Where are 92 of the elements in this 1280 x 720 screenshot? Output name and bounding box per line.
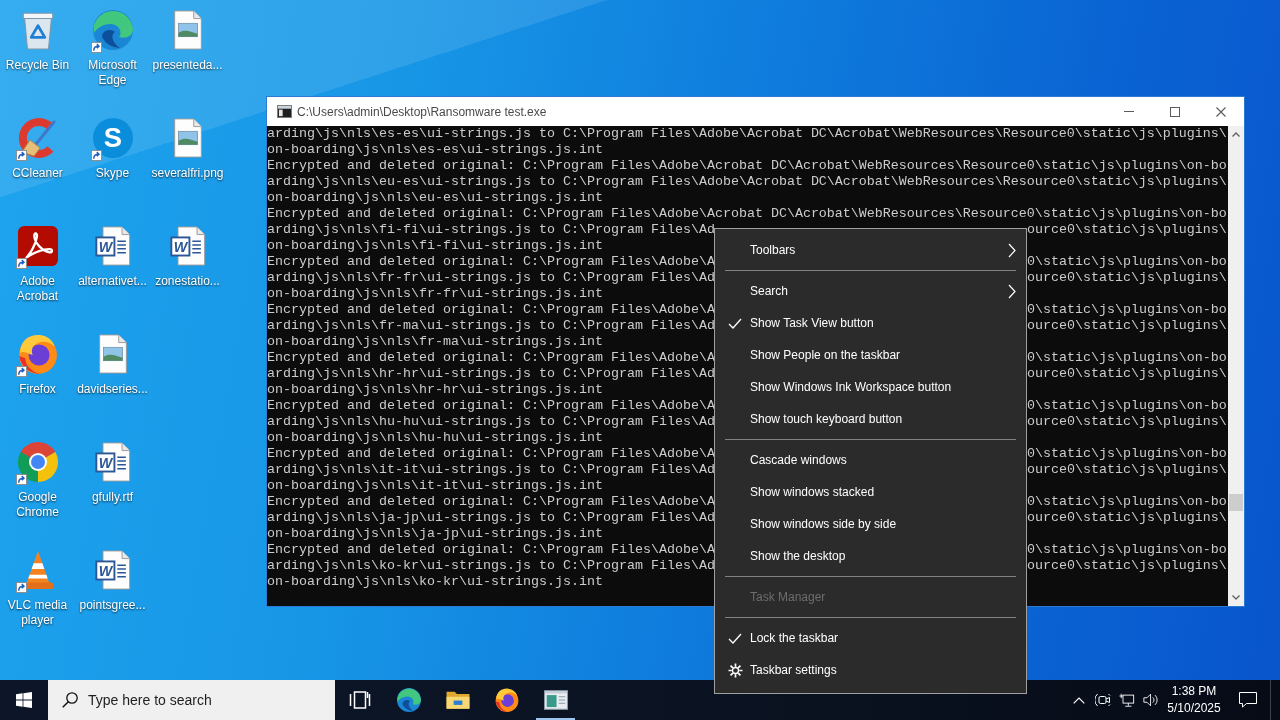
chevron-right-icon (1008, 242, 1016, 258)
console-text: Encrypted and deleted original: C:\Program Files\Adobe\A (267, 398, 715, 414)
console-text: 0\static\js\plugins\on-bo (1026, 494, 1227, 510)
console-text: 0\static\js\plugins\on-bo (1026, 302, 1227, 318)
menu-item[interactable]: Show touch keyboard button (715, 403, 1026, 435)
scrollbar[interactable] (1228, 126, 1244, 606)
swirl-logo-icon (396, 688, 421, 712)
start-logo-icon (16, 692, 32, 708)
console-text: Encrypted and deleted original: C:\Program Files\Adobe\A (267, 302, 715, 318)
fox-logo-icon (494, 688, 519, 712)
speaker-icon[interactable] (1143, 692, 1159, 708)
desktop-item[interactable]: W zonestatio... (150, 218, 225, 289)
console-text: arding\js\nls\eu-es\ui-strings.js to C:\Program Files\Adobe\Acrobat DC\Acrobat\WebResources\Resource0\static\js\plugins\ (267, 174, 1227, 190)
console-text: Encrypted and deleted original: C:\Program Files\Adobe\A (267, 542, 715, 558)
menu-item[interactable]: Show windows side by side (715, 508, 1026, 540)
desktop-item[interactable]: W gfully.rtf (75, 434, 150, 505)
menu-item[interactable]: Show Windows Ink Workspace button (715, 371, 1026, 403)
scrollbar-thumb[interactable] (1229, 494, 1243, 511)
desktop-item[interactable]: W pointsgree... (75, 542, 150, 613)
console-text: ource0\static\js\plugins\ (1026, 222, 1227, 238)
console-text: Encrypted and deleted original: C:\Program Files\Adobe\A (267, 446, 715, 462)
console-text: on-boarding\js\nls\fi-fi\ui-strings.js.int (267, 238, 603, 254)
clock[interactable]: 1:38 PM 5/10/2025 (1163, 680, 1225, 720)
console-text: arding\js\nls\fr-fr\ui-strings.js to C:\Program Files\Ad (267, 270, 715, 286)
menu-item[interactable]: Show People on the taskbar (715, 339, 1026, 371)
console-text: 0\static\js\plugins\on-bo (1026, 446, 1227, 462)
console-text: on-boarding\js\nls\it-it\ui-strings.js.int (267, 478, 603, 494)
search-field[interactable]: Type here to search (48, 680, 335, 720)
desktop-item[interactable]: W alternativet... (75, 218, 150, 289)
console-text: 0\static\js\plugins\on-bo (1026, 542, 1227, 558)
window-title: C:\Users\admin\Desktop\Ransomware test.exe (297, 104, 548, 119)
console-text: on-boarding\js\nls\ko-kr\ui-strings.js.int (267, 574, 603, 590)
broom-logo-icon (17, 118, 58, 158)
chevron-up-icon[interactable] (1073, 696, 1085, 704)
search-icon (62, 692, 78, 708)
console-text: Encrypted and deleted original: C:\Program Files\Adobe\Acrobat DC\Acrobat\WebResources\Resource0\static\js\plugins\on-bo (267, 158, 1227, 174)
console-text: on-boarding\js\nls\es-es\ui-strings.js.int (267, 142, 603, 158)
console-text: ource0\static\js\plugins\ (1026, 366, 1227, 382)
notification-icon[interactable] (1238, 692, 1257, 708)
menu-item[interactable]: Taskbar settings (715, 654, 1026, 686)
menu-item[interactable]: Show Task View button (715, 307, 1026, 339)
console-text: Encrypted and deleted original: C:\Program Files\Adobe\A (267, 254, 715, 270)
console-text: on-boarding\js\nls\ja-jp\ui-strings.js.int (267, 526, 603, 542)
network-icon[interactable] (1119, 692, 1135, 708)
menu-item[interactable]: Lock the taskbar (715, 622, 1026, 654)
menu-item[interactable]: Show the desktop (715, 540, 1026, 572)
console-text: arding\js\nls\hu-hu\ui-strings.js to C:\Program Files\Ad (267, 414, 715, 430)
console-text: arding\js\nls\it-it\ui-strings.js to C:\Program Files\Ad (267, 462, 715, 478)
console-text: on-boarding\js\nls\fr-ma\ui-strings.js.int (267, 334, 603, 350)
console-text: Encrypted and deleted original: C:\Program Files\Adobe\A (267, 494, 715, 510)
scroll-down-icon[interactable] (1232, 595, 1240, 600)
chevron-right-icon (1008, 283, 1016, 299)
console-text: 0\static\js\plugins\on-bo (1026, 350, 1227, 366)
menu-item[interactable]: Show windows stacked (715, 476, 1026, 508)
console-text: on-boarding\js\nls\hu-hu\ui-strings.js.int (267, 430, 603, 446)
console-text: arding\js\nls\fr-ma\ui-strings.js to C:\Program Files\Ad (267, 318, 715, 334)
console-text: arding\js\nls\ja-jp\ui-strings.js to C:\Program Files\Ad (267, 510, 715, 526)
console-text: ource0\static\js\plugins\ (1026, 270, 1227, 286)
console-text: ource0\static\js\plugins\ (1026, 558, 1227, 574)
console-text: arding\js\nls\hr-hr\ui-strings.js to C:\Program Files\Ad (267, 366, 715, 382)
console-text: on-boarding\js\nls\eu-es\ui-strings.js.int (267, 190, 603, 206)
console-text: arding\js\nls\ko-kr\ui-strings.js to C:\Program Files\Ad (267, 558, 715, 574)
console-text: arding\js\nls\es-es\ui-strings.js to C:\Program Files\Adobe\Acrobat DC\Acrobat\WebResources\Resource0\static\js\plugins\ (267, 126, 1227, 142)
menu-item[interactable]: Cascade windows (715, 444, 1026, 476)
console-text: Encrypted and deleted original: C:\Program Files\Adobe\Acrobat DC\Acrobat\WebResources\Resource0\static\js\plugins\on-bo (267, 206, 1227, 222)
settings-icon (727, 662, 743, 678)
camera-icon[interactable] (1095, 692, 1111, 708)
console-text: on-boarding\js\nls\fr-fr\ui-strings.js.int (267, 286, 603, 302)
terminal-icon (277, 105, 292, 118)
console-text: arding\js\nls\fi-fi\ui-strings.js to C:\Program Files\Ad (267, 222, 715, 238)
console-text: ource0\static\js\plugins\ (1026, 414, 1227, 430)
console-text: on-boarding\js\nls\hr-hr\ui-strings.js.int (267, 382, 603, 398)
scroll-up-icon[interactable] (1232, 132, 1240, 137)
menu-item[interactable]: Toolbars (715, 234, 1026, 266)
desktop-item[interactable]: S Skype (75, 110, 150, 181)
ring-logo-icon (17, 442, 58, 482)
console-text: 0\static\js\plugins\on-bo (1026, 254, 1227, 270)
console-text: Encrypted and deleted original: C:\Program Files\Adobe\A (267, 350, 715, 366)
task-view-icon (348, 691, 371, 709)
console-text: ource0\static\js\plugins\ (1026, 510, 1227, 526)
letter-logo-icon: S (92, 118, 133, 158)
swirl-logo-icon (92, 10, 133, 50)
minimize-icon (1124, 111, 1134, 112)
maximize-icon (1170, 106, 1180, 117)
tile-logo-icon (17, 226, 58, 266)
console-text: 0\static\js\plugins\on-bo (1026, 398, 1227, 414)
menu-item[interactable]: Search (715, 275, 1026, 307)
window-icon (543, 688, 568, 712)
console-text: ource0\static\js\plugins\ (1026, 462, 1227, 478)
fox-logo-icon (17, 334, 58, 374)
console-text: ource0\static\js\plugins\ (1026, 318, 1227, 334)
close-icon (1216, 106, 1226, 117)
